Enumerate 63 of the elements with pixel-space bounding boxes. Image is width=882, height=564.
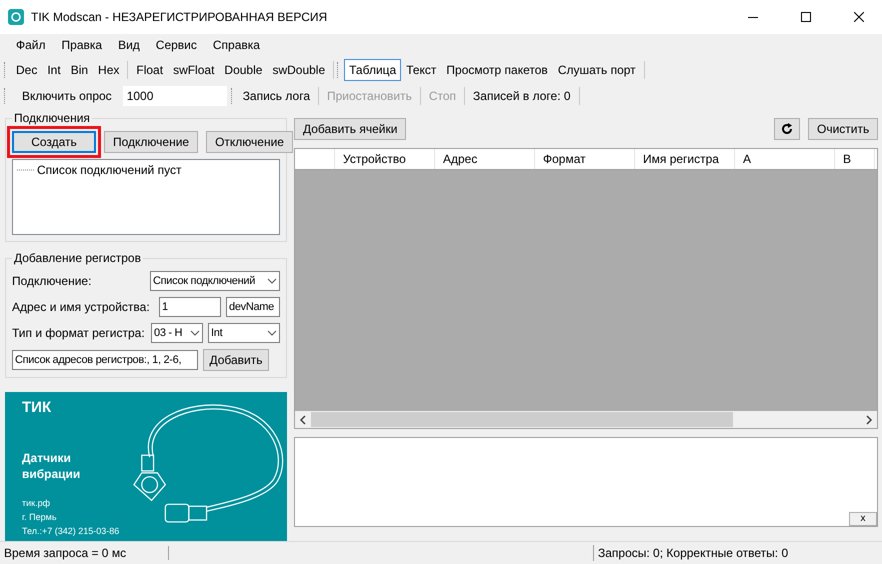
group-title: Подключения: [12, 111, 92, 125]
column-header[interactable]: B: [835, 149, 875, 169]
banner-headline: Датчики вибрации: [22, 450, 82, 482]
menu-item[interactable]: Справка: [204, 38, 268, 52]
banner-contact: Тел.:+7 (342) 215-03-86: [22, 526, 120, 536]
banner-logo: ТИК: [22, 399, 52, 416]
log-count: Записей в логе: 0: [472, 88, 572, 105]
add-button[interactable]: Добавить: [203, 349, 269, 371]
format-button[interactable]: swDouble: [267, 59, 330, 81]
device-name-field[interactable]: devName: [226, 297, 280, 317]
format-button[interactable]: Bin: [66, 59, 94, 81]
app-icon: [8, 9, 24, 25]
status-text: Запросы: 0; Корректные ответы: 0: [597, 546, 790, 560]
group-title: Добавление регистров: [12, 251, 143, 265]
refresh-icon: [781, 123, 793, 135]
banner-contact: тик.рф: [22, 498, 50, 508]
interval-field[interactable]: 1000: [122, 86, 227, 106]
menu-item[interactable]: Правка: [54, 38, 110, 52]
field-label: Тип и формат регистра:: [12, 326, 146, 340]
chevron-down-icon: [267, 278, 277, 284]
format-select[interactable]: Int: [208, 323, 280, 343]
column-header[interactable]: A: [735, 149, 835, 169]
view-tab[interactable]: Просмотр пакетов: [441, 59, 553, 81]
address-field[interactable]: 1: [159, 297, 221, 317]
horizontal-scrollbar[interactable]: [295, 411, 877, 428]
format-button[interactable]: swFloat: [168, 59, 220, 81]
column-header[interactable]: Устройство: [335, 149, 435, 169]
close-log-button[interactable]: x: [849, 512, 877, 526]
connection-button[interactable]: Отключение: [206, 131, 293, 153]
chevron-down-icon: [267, 330, 277, 336]
format-button[interactable]: Float: [131, 59, 168, 81]
menu-item[interactable]: Вид: [110, 38, 148, 52]
connection-select[interactable]: Список подключений: [150, 271, 280, 291]
banner-contact: г. Пермь: [22, 512, 57, 522]
column-header[interactable]: Имя регистра: [635, 149, 735, 169]
menu-item[interactable]: Сервис: [148, 38, 205, 52]
format-button[interactable]: Double: [219, 59, 268, 81]
field-label: Подключение:: [12, 274, 92, 288]
connection-tree[interactable]: Список подключений пуст: [12, 159, 280, 235]
view-tab[interactable]: Слушать порт: [552, 59, 641, 81]
connection-button[interactable]: Создать: [12, 131, 96, 153]
refresh-button[interactable]: [774, 118, 800, 140]
window-title: TIK Modscan - НЕЗАРЕГИСТРИРОВАННАЯ ВЕРСИЯ: [31, 10, 328, 24]
view-tab[interactable]: Таблица: [344, 59, 402, 81]
chevron-down-icon: [190, 330, 200, 336]
poll-button[interactable]: Включить опрос: [11, 85, 123, 107]
log-action-button[interactable]: Запись лога: [238, 85, 315, 107]
format-button[interactable]: Dec: [11, 59, 42, 81]
view-tab[interactable]: Текст: [401, 59, 442, 81]
column-header[interactable]: Формат: [535, 149, 635, 169]
clear-button[interactable]: Очистить: [808, 118, 878, 140]
tree-line-icon: [17, 169, 35, 171]
format-button[interactable]: Hex: [93, 59, 124, 81]
field-label: Адрес и имя устройства:: [12, 300, 151, 314]
add-cells-button[interactable]: Добавить ячейки: [294, 118, 406, 140]
format-button[interactable]: Int: [42, 59, 66, 81]
status-text: Время запроса = 0 мс: [0, 546, 169, 560]
register-type-select[interactable]: 03 - H: [151, 323, 203, 343]
menu-item[interactable]: Файл: [8, 38, 54, 52]
connection-button[interactable]: Подключение: [104, 131, 198, 153]
column-header[interactable]: Адрес: [435, 149, 535, 169]
address-list-field[interactable]: Список адресов регистров:, 1, 2-6,: [12, 350, 198, 370]
tree-item[interactable]: Список подключений пуст: [37, 163, 182, 177]
